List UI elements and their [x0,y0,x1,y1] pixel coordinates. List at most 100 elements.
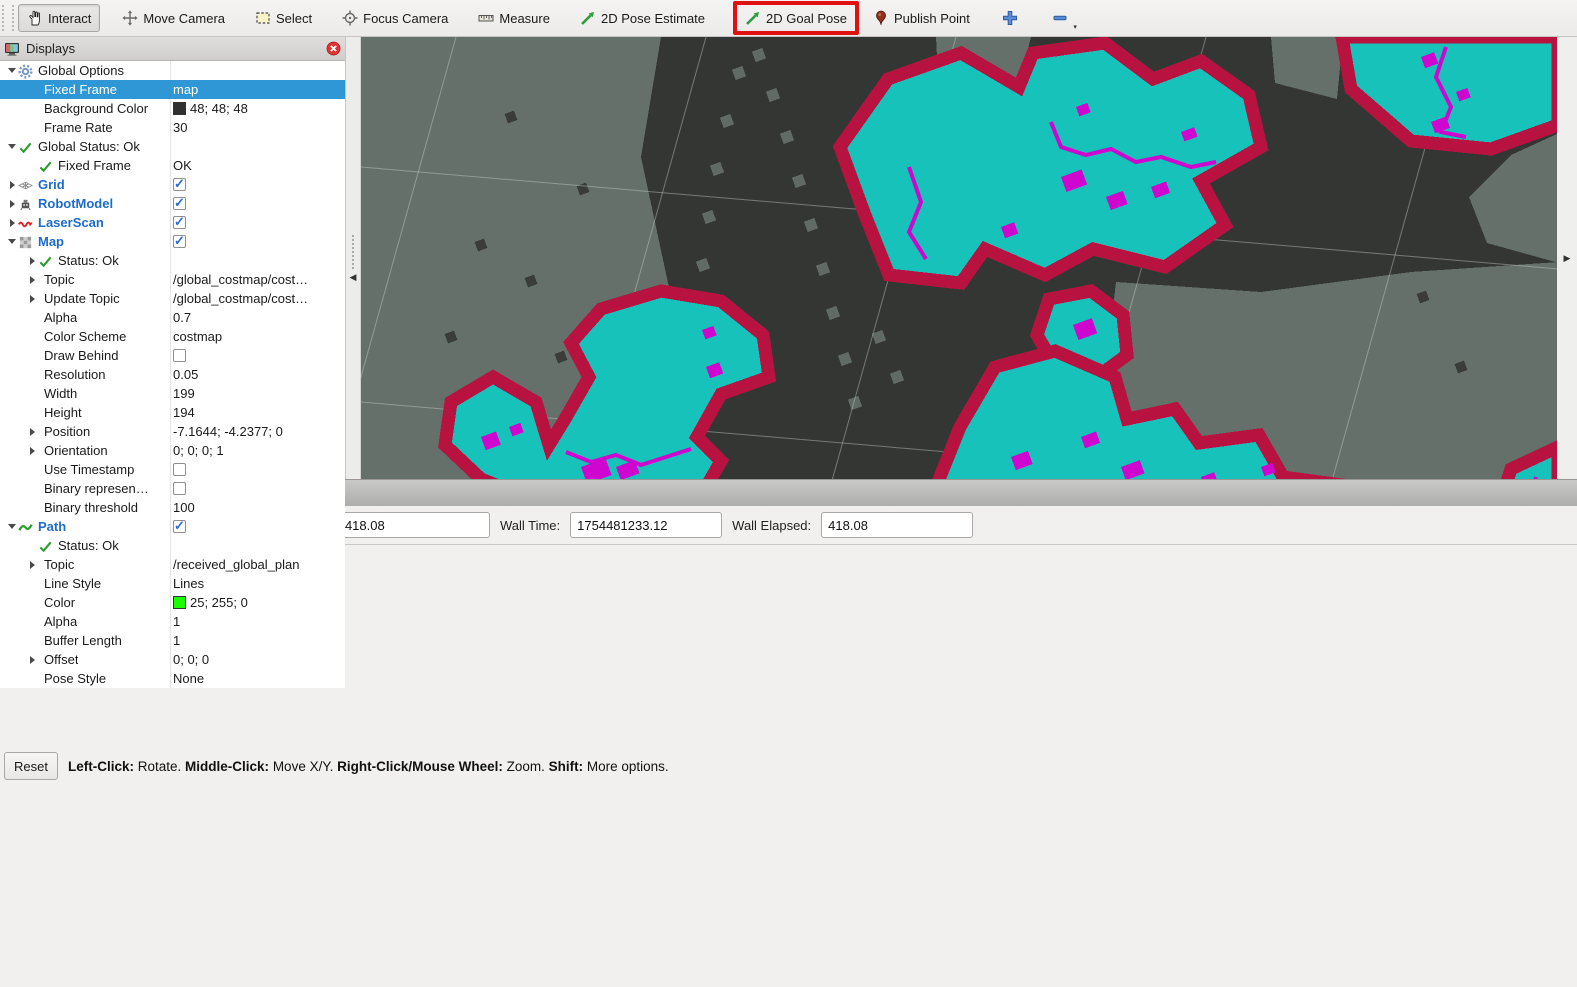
tree-row-value[interactable] [173,213,186,232]
tree-row-value[interactable]: OK [173,156,192,175]
tree-row-value[interactable]: 48; 48; 48 [173,99,248,118]
toolbar-button-select[interactable]: Select [247,5,320,31]
tree-row-status-ok[interactable]: Status: Ok [0,251,345,270]
tree-row-value[interactable] [173,517,186,536]
tree-row-draw-behind[interactable]: Draw Behind [0,346,345,365]
toolbar-button-interact[interactable]: Interact [18,4,100,32]
tree-row-value[interactable]: 1 [173,631,180,650]
toolbar-drag-handle[interactable] [2,5,14,31]
collapse-left-icon[interactable]: ◀ [350,273,357,282]
tree-row-orientation[interactable]: Orientation0; 0; 0; 1 [0,441,345,460]
tree-row-color-scheme[interactable]: Color Schemecostmap [0,327,345,346]
tree-row-binary-threshold[interactable]: Binary threshold100 [0,498,345,517]
tree-row-value[interactable]: 0; 0; 0 [173,650,209,669]
checkbox-unchecked[interactable] [173,463,186,476]
toolbar-button-move-camera[interactable]: Move Camera [114,5,233,31]
tree-row-color[interactable]: Color25; 255; 0 [0,593,345,612]
tree-row-value[interactable]: None [173,669,204,688]
tree-row-value[interactable]: map [173,80,198,99]
expand-right-icon[interactable] [26,656,38,664]
tree-row-value[interactable] [173,175,186,194]
tree-row-topic[interactable]: Topic/received_global_plan [0,555,345,574]
expand-down-icon[interactable] [6,239,18,244]
wall-time-input[interactable] [570,512,722,538]
tree-row-value[interactable] [173,346,186,365]
expand-right-icon[interactable] [26,257,38,265]
toolbar-button-2d-goal-pose[interactable]: 2D Goal Pose [737,5,855,31]
expand-right-icon[interactable] [26,447,38,455]
wall-elapsed-input[interactable] [821,512,973,538]
tree-row-status-ok[interactable]: Status: Ok [0,536,345,555]
vertical-splitter[interactable]: ◀ [346,37,361,479]
tree-row-use-timestamp[interactable]: Use Timestamp [0,460,345,479]
expand-down-icon[interactable] [6,144,18,149]
toolbar-button-publish-point[interactable]: Publish Point [865,5,978,31]
tree-row-value[interactable]: 1 [173,612,180,631]
toolbar-button-focus-camera[interactable]: Focus Camera [334,5,456,31]
expand-right-icon[interactable] [26,561,38,569]
expand-right-icon[interactable] [6,200,18,208]
tree-row-resolution[interactable]: Resolution0.05 [0,365,345,384]
tree-row-global-status-ok[interactable]: Global Status: Ok [0,137,345,156]
dropdown-arrow-icon[interactable]: ▾ [1073,23,1077,31]
tree-row-topic[interactable]: Topic/global_costmap/cost… [0,270,345,289]
close-icon[interactable] [326,41,341,56]
toolbar-button-2d-pose-estimate[interactable]: 2D Pose Estimate [572,5,713,31]
checkbox-checked[interactable] [173,178,186,191]
tree-row-value[interactable]: costmap [173,327,222,346]
tree-row-background-color[interactable]: Background Color48; 48; 48 [0,99,345,118]
tree-row-value[interactable]: 194 [173,403,195,422]
tree-row-value[interactable]: 0.05 [173,365,198,384]
expand-right-icon[interactable] [26,428,38,436]
tree-row-fixed-frame[interactable]: Fixed Framemap [0,80,345,99]
checkbox-checked[interactable] [173,197,186,210]
expand-right-icon[interactable] [6,219,18,227]
tree-row-value[interactable]: 30 [173,118,187,137]
expand-right-icon[interactable]: ▶ [1564,253,1571,264]
tree-row-value[interactable]: /received_global_plan [173,555,299,574]
checkbox-unchecked[interactable] [173,482,186,495]
tree-row-value[interactable] [173,194,186,213]
checkbox-checked[interactable] [173,520,186,533]
tree-row-value[interactable] [173,232,186,251]
tree-row-buffer-length[interactable]: Buffer Length1 [0,631,345,650]
tree-row-grid[interactable]: Grid [0,175,345,194]
toolbar-button-minus[interactable]: ▾ [1042,5,1078,31]
tree-row-value[interactable]: Lines [173,574,204,593]
tree-row-frame-rate[interactable]: Frame Rate30 [0,118,345,137]
tree-row-offset[interactable]: Offset0; 0; 0 [0,650,345,669]
tree-row-fixed-frame[interactable]: Fixed FrameOK [0,156,345,175]
tree-row-alpha[interactable]: Alpha1 [0,612,345,631]
tree-row-value[interactable]: 100 [173,498,195,517]
toolbar-button-plus[interactable] [992,5,1028,31]
expand-right-icon[interactable] [26,276,38,284]
tree-row-update-topic[interactable]: Update Topic/global_costmap/cost… [0,289,345,308]
tree-row-line-style[interactable]: Line StyleLines [0,574,345,593]
right-panel-strip[interactable]: ▶ [1557,37,1577,479]
tree-row-value[interactable]: 199 [173,384,195,403]
expand-right-icon[interactable] [26,295,38,303]
tree-row-value[interactable] [173,460,186,479]
reset-button[interactable]: Reset [4,752,58,780]
ros-elapsed-input[interactable] [338,512,490,538]
expand-down-icon[interactable] [6,524,18,529]
tree-row-position[interactable]: Position-7.1644; -4.2377; 0 [0,422,345,441]
tree-row-binary-represen-[interactable]: Binary represen… [0,479,345,498]
tree-row-value[interactable]: /global_costmap/cost… [173,289,308,308]
checkbox-checked[interactable] [173,216,186,229]
checkbox-checked[interactable] [173,235,186,248]
tree-row-value[interactable]: 0.7 [173,308,191,327]
tree-row-value[interactable]: 25; 255; 0 [173,593,248,612]
tree-row-alpha[interactable]: Alpha0.7 [0,308,345,327]
tree-row-map[interactable]: Map [0,232,345,251]
tree-row-width[interactable]: Width199 [0,384,345,403]
expand-down-icon[interactable] [6,68,18,73]
tree-row-value[interactable] [173,479,186,498]
tree-row-robotmodel[interactable]: RobotModel [0,194,345,213]
tree-row-pose-style[interactable]: Pose StyleNone [0,669,345,688]
toolbar-button-measure[interactable]: Measure [470,5,558,31]
checkbox-unchecked[interactable] [173,349,186,362]
tree-row-global-options[interactable]: Global Options [0,61,345,80]
tree-row-value[interactable]: 0; 0; 0; 1 [173,441,224,460]
expand-right-icon[interactable] [6,181,18,189]
